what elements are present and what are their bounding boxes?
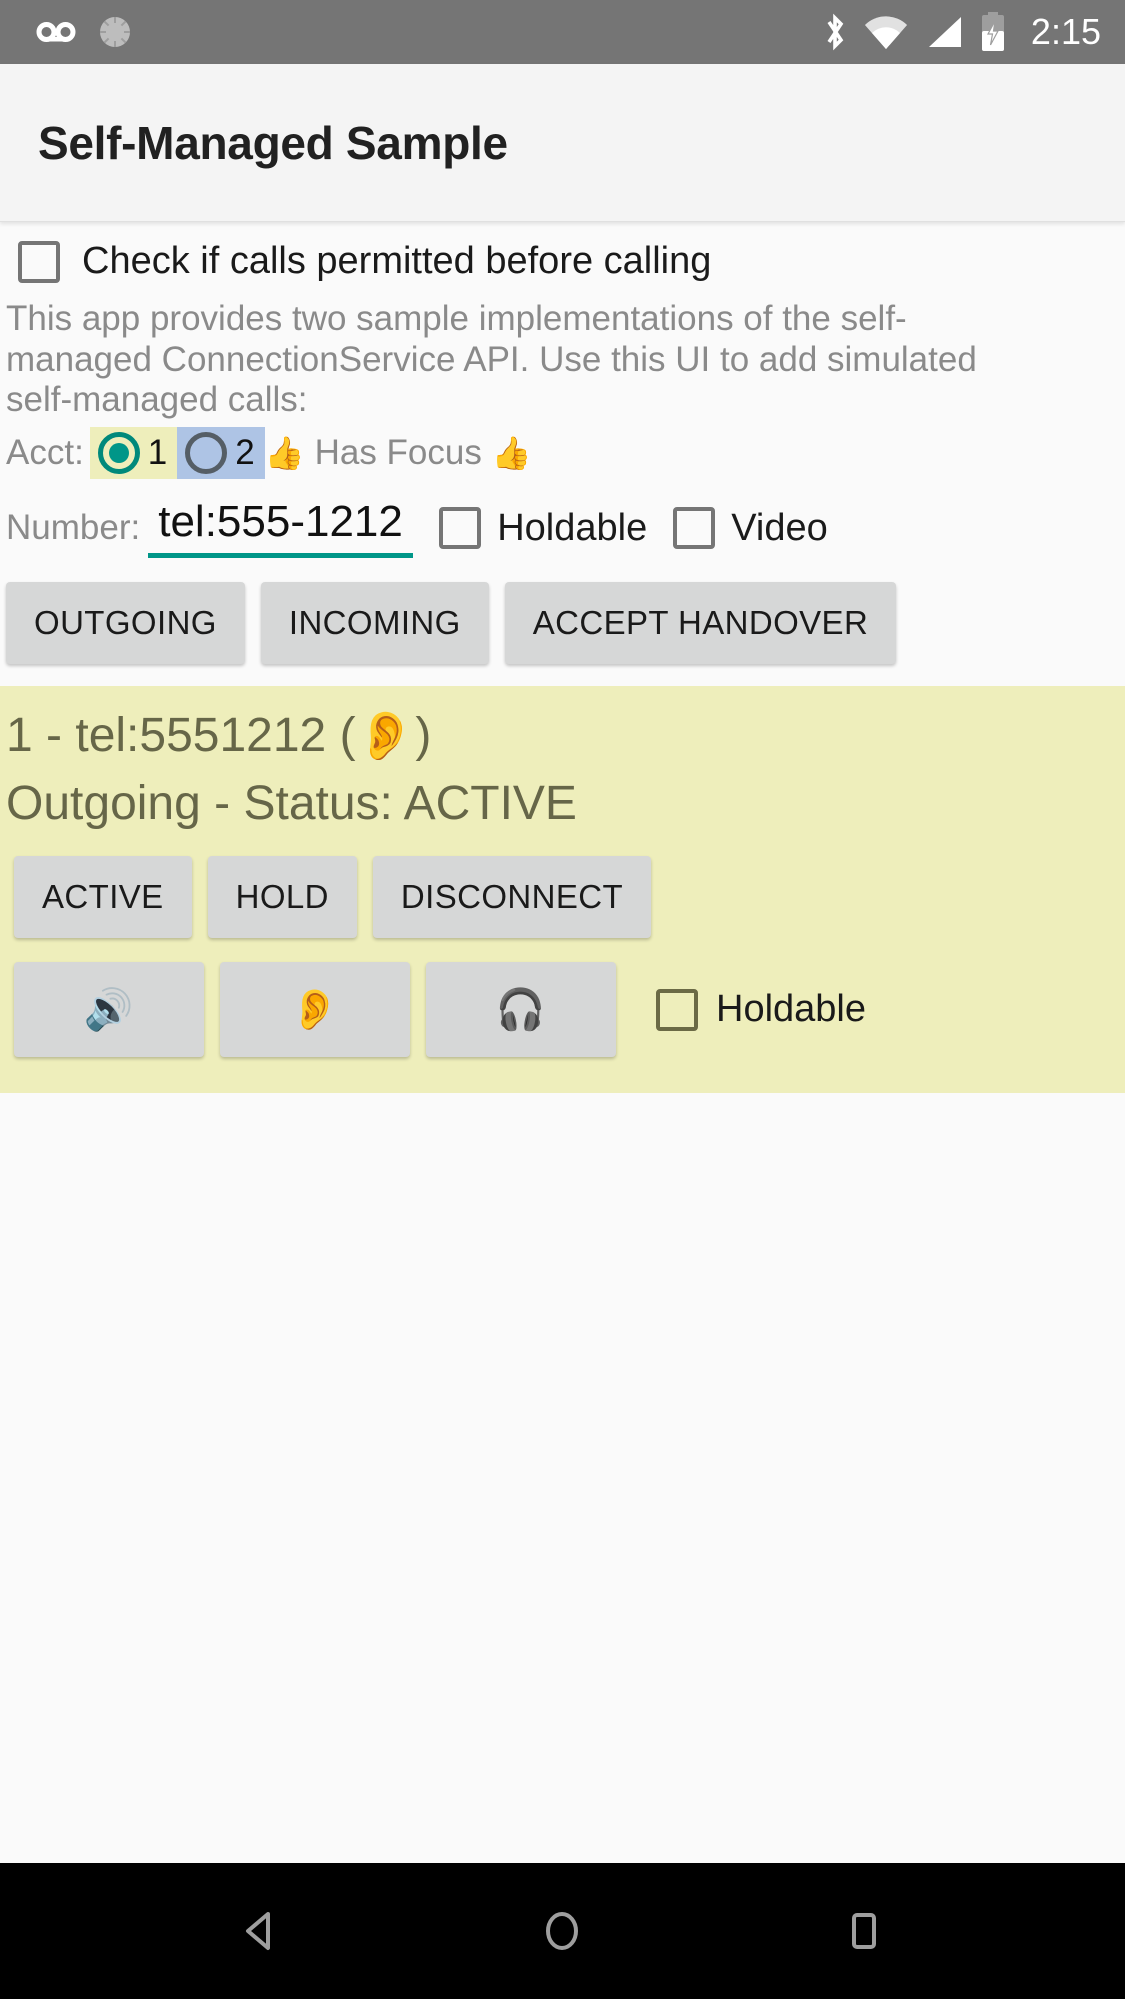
has-focus-label: Has Focus <box>314 432 482 472</box>
call-identity-suffix: ) <box>415 708 432 762</box>
account-label: Acct: <box>6 432 84 472</box>
holdable-option[interactable]: Holdable <box>439 507 647 558</box>
thumbs-up-icon: 👍 <box>491 433 532 472</box>
video-label: Video <box>731 506 828 549</box>
account-radio-2-label: 2 <box>235 432 255 472</box>
recents-nav-button[interactable] <box>804 1871 924 1991</box>
page-title: Self-Managed Sample <box>38 116 508 169</box>
call-identity-line: 1 - tel:5551212 ( 👂 ) <box>0 702 1125 770</box>
number-input[interactable]: tel:555-1212 <box>148 496 414 558</box>
status-bar-right-icons: 2:15 <box>821 11 1101 53</box>
active-call-card: 1 - tel:5551212 ( 👂 ) Outgoing - Status:… <box>0 685 1125 1094</box>
thumbs-up-icon: 👍 <box>264 433 305 472</box>
navigation-bar <box>0 1863 1125 1999</box>
description-text: This app provides two sample implementat… <box>6 299 977 420</box>
empty-area <box>0 1093 1125 1863</box>
speaker-route-button[interactable]: 🔊 <box>14 962 204 1058</box>
incoming-button[interactable]: INCOMING <box>260 581 489 664</box>
accept-handover-button[interactable]: ACCEPT HANDOVER <box>504 581 897 664</box>
call-identity-text: 1 - tel:5551212 ( <box>6 708 356 762</box>
status-bar: 2:15 <box>0 0 1125 64</box>
home-nav-button[interactable] <box>502 1871 622 1991</box>
check-permitted-checkbox[interactable] <box>18 240 60 283</box>
account-option-2[interactable]: 2 <box>177 426 265 479</box>
voicemail-icon <box>36 18 76 46</box>
call-status-line: Outgoing - Status: ACTIVE <box>6 776 577 830</box>
video-option[interactable]: Video <box>673 507 828 558</box>
call-holdable-option[interactable]: Holdable <box>656 988 866 1031</box>
hold-button[interactable]: HOLD <box>207 856 357 939</box>
headset-route-button[interactable]: 🎧 <box>426 962 616 1058</box>
disconnect-button[interactable]: DISCONNECT <box>372 856 652 939</box>
account-radio-1[interactable] <box>97 431 140 474</box>
account-radio-2[interactable] <box>185 431 228 474</box>
status-bar-left-icons <box>36 11 136 53</box>
video-checkbox[interactable] <box>673 507 716 550</box>
holdable-checkbox[interactable] <box>439 507 482 550</box>
call-actions-row: OUTGOING INCOMING ACCEPT HANDOVER <box>0 558 1125 686</box>
phone-screen: 2:15 Self-Managed Sample Check if calls … <box>0 0 1125 1999</box>
account-radio-1-label: 1 <box>147 432 168 472</box>
main-content: Check if calls permitted before calling … <box>0 222 1125 1863</box>
call-holdable-label: Holdable <box>716 988 866 1031</box>
check-permitted-label: Check if calls permitted before calling <box>82 240 712 282</box>
number-input-value: tel:555-1212 <box>158 496 403 546</box>
account-selector-row: Acct: 1 2 👍 Has Focus 👍 <box>0 421 1125 479</box>
sync-spinner-icon <box>94 11 136 53</box>
number-row: Number: tel:555-1212 Holdable Video <box>0 479 1125 558</box>
bluetooth-icon <box>821 12 849 52</box>
audio-route-buttons-row: 🔊 👂 🎧 Holdable <box>0 948 1125 1067</box>
earpiece-route-button[interactable]: 👂 <box>220 962 410 1058</box>
account-option-1[interactable]: 1 <box>89 426 178 479</box>
ear-icon: 👂 <box>355 707 416 764</box>
status-bar-clock: 2:15 <box>1030 11 1101 52</box>
check-permitted-row[interactable]: Check if calls permitted before calling <box>0 222 1125 291</box>
cellular-signal-icon <box>923 13 965 51</box>
call-holdable-checkbox[interactable] <box>656 988 698 1031</box>
number-label: Number: <box>6 507 141 547</box>
wifi-icon <box>863 13 909 51</box>
outgoing-button[interactable]: OUTGOING <box>6 581 245 664</box>
active-button[interactable]: ACTIVE <box>14 856 192 939</box>
holdable-label: Holdable <box>497 506 648 549</box>
back-nav-button[interactable] <box>201 1871 321 1991</box>
call-state-buttons-row: ACTIVE HOLD DISCONNECT <box>0 838 1125 948</box>
battery-charging-icon <box>979 11 1007 53</box>
app-bar: Self-Managed Sample <box>0 64 1125 222</box>
